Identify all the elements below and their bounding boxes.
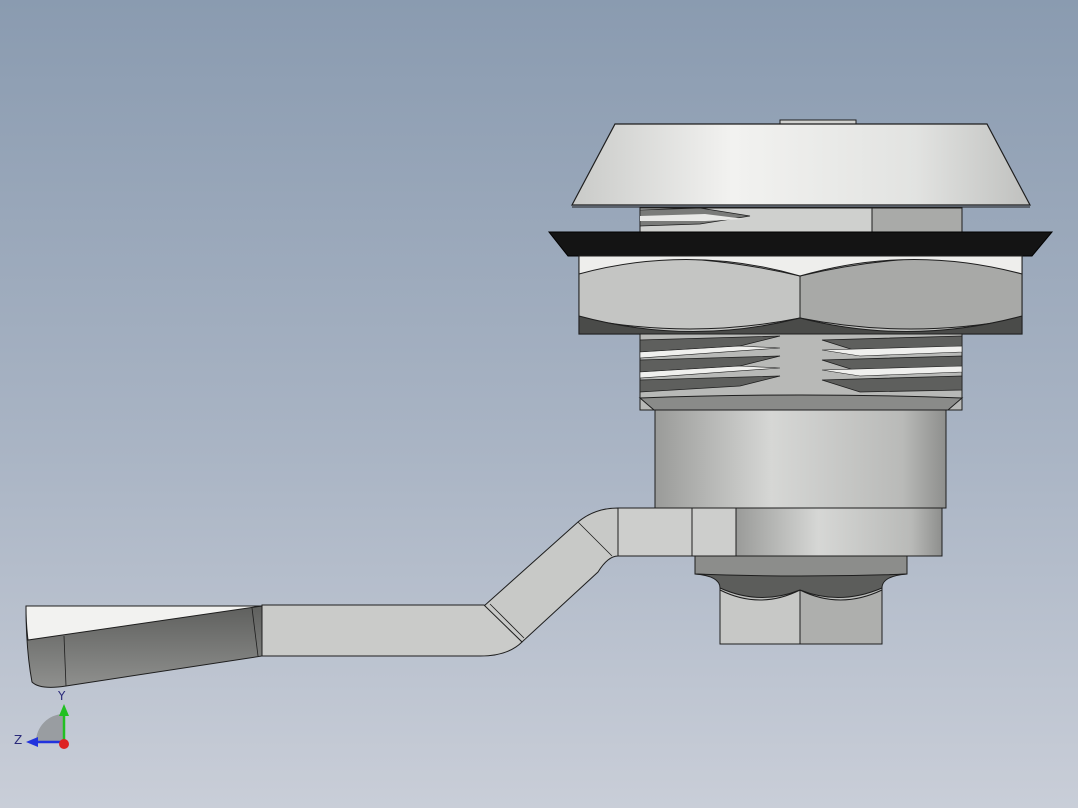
coordinate-triad: Y Z bbox=[14, 689, 69, 749]
triad-z-label: Z bbox=[14, 733, 22, 747]
cylinder-housing[interactable] bbox=[654, 409, 947, 509]
z-axis-arrow-icon bbox=[26, 737, 38, 747]
graphics-viewport[interactable]: Y Z bbox=[0, 0, 1078, 808]
bezel-cap[interactable] bbox=[571, 119, 1031, 208]
x-axis-dot-icon bbox=[59, 739, 69, 749]
y-axis-arrow-icon bbox=[59, 704, 69, 716]
flange-washer[interactable] bbox=[547, 231, 1054, 257]
cam-lock-model[interactable]: Y Z bbox=[0, 0, 1078, 808]
hex-nut[interactable] bbox=[578, 255, 1023, 335]
upper-neck bbox=[639, 207, 963, 233]
triad-y-label: Y bbox=[57, 689, 66, 703]
retaining-nut[interactable] bbox=[694, 555, 908, 645]
threaded-body bbox=[638, 333, 964, 411]
